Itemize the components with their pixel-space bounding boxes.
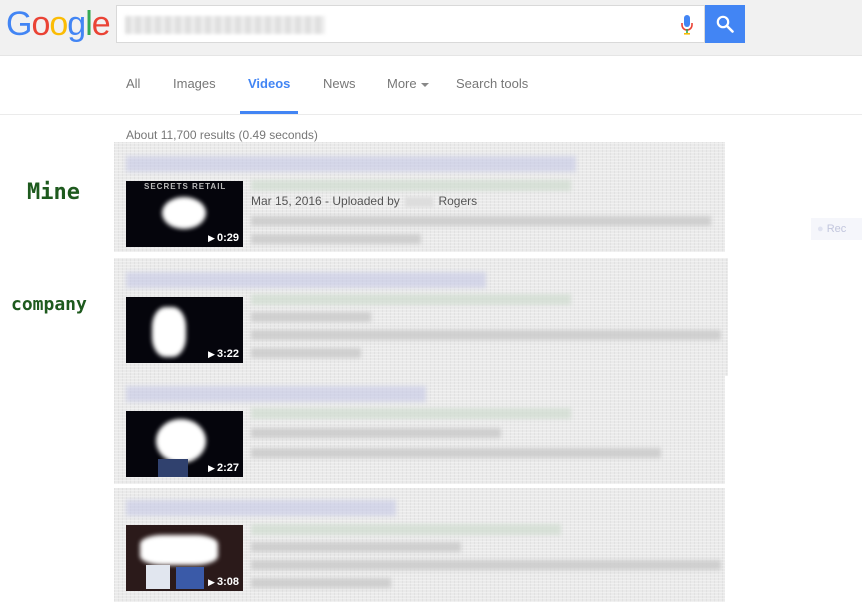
video-duration: ▶ 2:27 — [208, 462, 239, 474]
chevron-down-icon — [420, 82, 429, 87]
chip-dot-icon: ● — [817, 223, 827, 235]
duration-text: 0:29 — [216, 232, 239, 244]
video-thumbnail[interactable]: ▶ 3:22 — [126, 297, 243, 363]
snippet-redacted — [251, 348, 361, 358]
annotation-company: company — [11, 294, 87, 315]
video-thumbnail[interactable]: SECRETS RETAIL ▶ 0:29 — [126, 181, 243, 247]
result-url-redacted — [251, 408, 571, 419]
redacted-face — [140, 535, 218, 565]
play-icon: ▶ — [208, 233, 215, 243]
side-panel-chip[interactable]: ● Rec — [811, 218, 862, 240]
video-thumbnail[interactable]: ▶ 3:08 — [126, 525, 243, 591]
snippet-redacted — [251, 448, 661, 458]
redacted-face — [152, 307, 186, 357]
video-result: ▶ 3:22 — [126, 266, 726, 374]
play-icon: ▶ — [208, 577, 215, 587]
snippet-redacted — [251, 234, 421, 244]
google-logo[interactable]: Google — [6, 5, 111, 43]
search-button[interactable] — [705, 5, 745, 43]
duration-text: 2:27 — [216, 462, 239, 474]
top-bar: Google — [0, 0, 862, 56]
search-query-redacted — [125, 16, 325, 34]
duration-text: 3:22 — [216, 348, 239, 360]
redacted-face — [156, 419, 206, 463]
tab-news[interactable]: News — [323, 76, 356, 112]
search-input[interactable] — [116, 5, 705, 43]
video-duration: ▶ 0:29 — [208, 232, 239, 244]
result-url-redacted — [251, 180, 571, 191]
logo-letter: g — [67, 5, 86, 43]
video-duration: ▶ 3:08 — [208, 576, 239, 588]
uploader-redacted — [405, 196, 434, 207]
logo-letter: o — [49, 5, 68, 43]
thumb-product — [146, 565, 170, 589]
annotation-mine: Mine — [27, 180, 80, 205]
tab-all[interactable]: All — [126, 76, 140, 112]
thumb-caption: SECRETS RETAIL — [144, 182, 227, 191]
tab-search-tools[interactable]: Search tools — [456, 76, 528, 112]
thumb-shirt — [158, 459, 188, 477]
video-thumbnail[interactable]: ▶ 2:27 — [126, 411, 243, 477]
result-title-redacted[interactable] — [126, 156, 576, 172]
side-chip-label: Rec — [826, 223, 847, 235]
meta-redacted — [251, 542, 461, 552]
result-stats: About 11,700 results (0.49 seconds) — [126, 128, 318, 142]
meta-date: Mar 15, 2016 - Uploaded by — [251, 194, 400, 208]
snippet-redacted — [251, 578, 391, 588]
tab-more[interactable]: More — [387, 76, 429, 112]
duration-text: 3:08 — [216, 576, 239, 588]
result-title-redacted[interactable] — [126, 272, 486, 288]
microphone-icon[interactable] — [680, 14, 694, 36]
result-url-redacted — [251, 294, 571, 305]
meta-redacted — [251, 312, 371, 322]
snippet-redacted — [251, 216, 711, 226]
snippet-redacted — [251, 330, 721, 340]
thumb-product — [176, 567, 204, 589]
video-result: SECRETS RETAIL ▶ 0:29 Mar 15, 2016 - Uplo… — [126, 150, 726, 250]
result-title-redacted[interactable] — [126, 500, 396, 516]
meta-redacted — [251, 428, 501, 438]
snippet-redacted — [251, 560, 721, 570]
search-tabs: All Images Videos News More Search tools — [0, 56, 862, 115]
logo-letter: e — [91, 5, 111, 43]
play-icon: ▶ — [208, 349, 215, 359]
logo-letter: G — [6, 5, 32, 43]
tab-images[interactable]: Images — [173, 76, 216, 112]
redacted-face — [162, 197, 206, 229]
meta-uploader: Rogers — [438, 194, 478, 208]
logo-letter: o — [31, 5, 50, 43]
result-title-redacted[interactable] — [126, 386, 426, 402]
tab-videos[interactable]: Videos — [240, 76, 299, 114]
video-result: ▶ 2:27 — [126, 380, 726, 484]
result-url-redacted — [251, 524, 561, 535]
result-meta: Mar 15, 2016 - Uploaded by Rogers — [251, 194, 477, 208]
play-icon: ▶ — [208, 463, 215, 473]
video-duration: ▶ 3:22 — [208, 348, 239, 360]
tab-more-label: More — [387, 76, 417, 91]
video-result: ▶ 3:08 — [126, 494, 726, 602]
